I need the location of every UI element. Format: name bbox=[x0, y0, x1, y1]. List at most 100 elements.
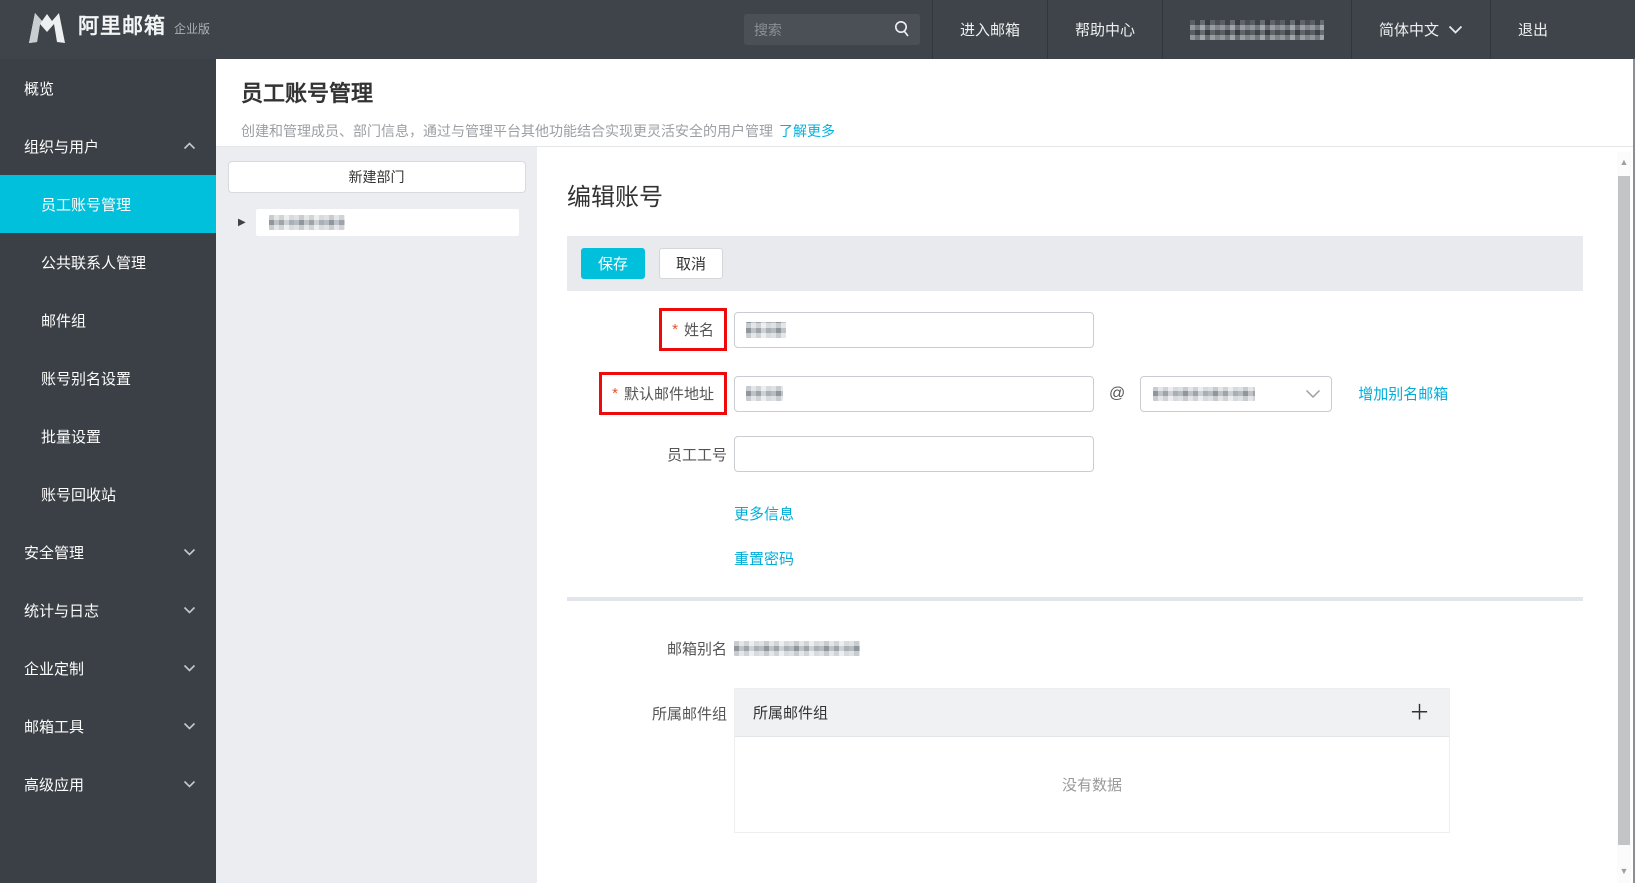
required-mark: * bbox=[672, 321, 678, 338]
add-alias-link[interactable]: 增加别名邮箱 bbox=[1358, 383, 1448, 404]
sidebar-item-employee-accounts[interactable]: 员工账号管理 bbox=[0, 175, 216, 233]
mail-groups-panel-header: 所属邮件组 ＋ bbox=[735, 689, 1449, 737]
mailbox-alias-row: 邮箱别名 bbox=[567, 638, 1583, 659]
sidebar-item-security[interactable]: 安全管理 bbox=[0, 523, 216, 581]
sidebar-item-label: 账号别名设置 bbox=[41, 370, 132, 388]
cancel-button[interactable]: 取消 bbox=[659, 248, 724, 279]
at-sign: @ bbox=[1109, 384, 1126, 402]
brand: 阿里邮箱 企业版 bbox=[26, 10, 210, 49]
name-input[interactable] bbox=[734, 311, 1094, 348]
sidebar-item-enterprise-custom[interactable]: 企业定制 bbox=[0, 639, 216, 697]
account-menu[interactable] bbox=[1161, 0, 1351, 59]
edit-account-heading: 编辑账号 bbox=[567, 184, 663, 211]
chevron-down-icon bbox=[183, 606, 196, 614]
help-center-label: 帮助中心 bbox=[1074, 22, 1135, 39]
employee-id-row: 员工工号 bbox=[567, 436, 1583, 472]
mailbox-alias-label: 邮箱别名 bbox=[666, 641, 727, 658]
email-label-annotation-box: * 默认邮件地址 bbox=[599, 372, 727, 415]
mailbox-alias-value-masked bbox=[734, 641, 860, 656]
sidebar-item-org-users[interactable]: 组织与用户 bbox=[0, 117, 216, 175]
mail-groups-row: 所属邮件组 所属邮件组 ＋ 没有数据 bbox=[567, 688, 1583, 833]
mail-groups-panel-title: 所属邮件组 bbox=[753, 705, 829, 722]
learn-more-link[interactable]: 了解更多 bbox=[779, 123, 835, 139]
chevron-down-icon bbox=[183, 548, 196, 556]
language-menu[interactable]: 简体中文 bbox=[1350, 0, 1490, 59]
chevron-up-icon bbox=[183, 142, 196, 150]
help-center-link[interactable]: 帮助中心 bbox=[1046, 0, 1162, 59]
sidebar-item-batch-settings[interactable]: 批量设置 bbox=[0, 407, 216, 465]
name-label: 姓名 bbox=[683, 322, 714, 339]
email-row: * 默认邮件地址 @ 增加别名邮箱 bbox=[567, 372, 1583, 415]
sidebar-item-label: 安全管理 bbox=[24, 544, 85, 562]
chevron-down-icon bbox=[1448, 25, 1463, 34]
reset-password-link[interactable]: 重置密码 bbox=[734, 551, 794, 568]
tree-caret-icon[interactable]: ▶ bbox=[238, 217, 246, 228]
vertical-scrollbar[interactable]: ▲ ▼ bbox=[1617, 152, 1631, 883]
sidebar-item-account-alias[interactable]: 账号别名设置 bbox=[0, 349, 216, 407]
page-title: 员工账号管理 bbox=[241, 81, 374, 106]
sidebar-item-label: 概览 bbox=[24, 80, 55, 98]
department-name-masked bbox=[268, 215, 345, 230]
name-value-masked bbox=[746, 321, 786, 338]
topbar-nav: 进入邮箱 帮助中心 简体中文 退出 bbox=[931, 0, 1575, 59]
sidebar-item-overview[interactable]: 概览 bbox=[0, 59, 216, 117]
no-data-text: 没有数据 bbox=[1061, 777, 1122, 794]
logout-label: 退出 bbox=[1517, 22, 1548, 39]
domain-select[interactable] bbox=[1140, 375, 1333, 412]
chevron-down-icon bbox=[183, 664, 196, 672]
search-icon[interactable] bbox=[892, 19, 912, 44]
brand-name: 阿里邮箱 bbox=[78, 15, 166, 38]
sidebar-item-public-contacts[interactable]: 公共联系人管理 bbox=[0, 233, 216, 291]
email-local-input[interactable] bbox=[734, 375, 1094, 412]
sidebar-item-label: 高级应用 bbox=[24, 776, 85, 794]
topbar-search bbox=[743, 14, 920, 45]
sidebar-item-label: 员工账号管理 bbox=[41, 196, 132, 214]
employee-id-label: 员工工号 bbox=[666, 446, 727, 464]
mail-groups-panel: 所属邮件组 ＋ 没有数据 bbox=[734, 688, 1450, 833]
sidebar-item-stats-logs[interactable]: 统计与日志 bbox=[0, 581, 216, 639]
chevron-down-icon bbox=[183, 780, 196, 788]
editor-toolbar: 保存 取消 bbox=[567, 236, 1583, 291]
employee-id-input[interactable] bbox=[734, 436, 1094, 472]
add-group-button[interactable]: ＋ bbox=[1409, 702, 1430, 723]
chevron-down-icon bbox=[183, 722, 196, 730]
edit-account-main: 编辑账号 保存 取消 * 姓名 * 默认邮件地址 @ 增加别名邮箱 员工工号 更… bbox=[537, 147, 1635, 883]
sidebar-item-mail-tools[interactable]: 邮箱工具 bbox=[0, 697, 216, 755]
tree-row: ▶ bbox=[238, 209, 519, 236]
name-row: * 姓名 bbox=[567, 308, 1583, 351]
page-header: 员工账号管理 创建和管理成员、部门信息，通过与管理平台其他功能结合实现更灵活安全… bbox=[216, 59, 1635, 147]
page-subtitle: 创建和管理成员、部门信息，通过与管理平台其他功能结合实现更灵活安全的用户管理 了解… bbox=[241, 121, 1635, 141]
sidebar-item-label: 企业定制 bbox=[24, 660, 85, 678]
department-tree-panel: 新建部门 ▶ bbox=[216, 147, 537, 883]
sidebar-item-recycle-bin[interactable]: 账号回收站 bbox=[0, 465, 216, 523]
scrollbar-thumb[interactable] bbox=[1618, 176, 1630, 845]
sidebar-item-label: 邮箱工具 bbox=[24, 718, 85, 736]
scroll-up-icon[interactable]: ▲ bbox=[1617, 152, 1631, 172]
email-label: 默认邮件地址 bbox=[623, 386, 714, 403]
sidebar-item-label: 批量设置 bbox=[41, 428, 102, 446]
section-divider bbox=[567, 597, 1583, 601]
department-node[interactable] bbox=[255, 209, 519, 236]
page-subtitle-text: 创建和管理成员、部门信息，通过与管理平台其他功能结合实现更灵活安全的用户管理 bbox=[241, 123, 773, 139]
new-department-button[interactable]: 新建部门 bbox=[227, 161, 526, 193]
domain-value-masked bbox=[1153, 386, 1256, 401]
scroll-down-icon[interactable]: ▼ bbox=[1617, 861, 1631, 881]
sidebar-item-mail-groups[interactable]: 邮件组 bbox=[0, 291, 216, 349]
sidebar-item-label: 公共联系人管理 bbox=[41, 254, 147, 272]
more-info-link[interactable]: 更多信息 bbox=[734, 506, 794, 523]
sidebar-item-advanced-apps[interactable]: 高级应用 bbox=[0, 755, 216, 813]
account-name-masked bbox=[1189, 19, 1324, 40]
sidebar-item-label: 邮件组 bbox=[41, 312, 87, 330]
email-value-masked bbox=[746, 386, 783, 401]
sidebar-item-label: 组织与用户 bbox=[24, 138, 100, 156]
mail-groups-label: 所属邮件组 bbox=[651, 706, 727, 723]
save-button[interactable]: 保存 bbox=[581, 248, 646, 279]
sidebar: 概览 组织与用户 员工账号管理 公共联系人管理 邮件组 账号别名设置 批量设置 … bbox=[0, 59, 216, 883]
enter-mailbox-link[interactable]: 进入邮箱 bbox=[931, 0, 1047, 59]
language-label: 简体中文 bbox=[1378, 22, 1439, 39]
required-mark: * bbox=[612, 385, 618, 402]
topbar: 阿里邮箱 企业版 进入邮箱 帮助中心 简体中文 退出 bbox=[0, 0, 1635, 59]
enter-mailbox-label: 进入邮箱 bbox=[959, 22, 1020, 39]
alimail-logo-icon bbox=[26, 10, 68, 49]
logout-link[interactable]: 退出 bbox=[1489, 0, 1575, 59]
